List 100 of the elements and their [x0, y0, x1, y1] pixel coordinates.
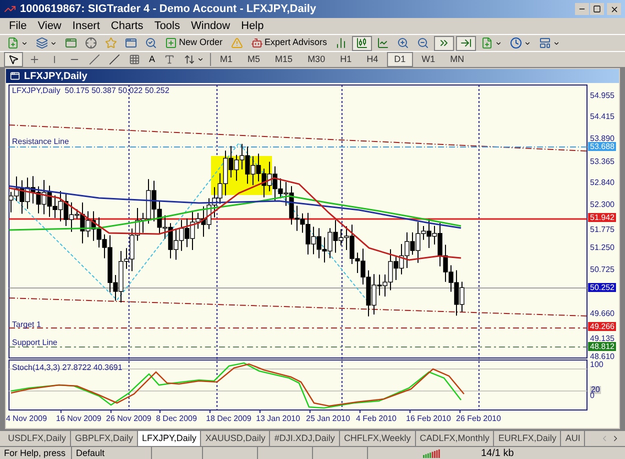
file-plus-icon	[481, 37, 494, 49]
chart-tab[interactable]: LFXJPY,Daily	[138, 431, 202, 446]
clock-icon	[510, 37, 522, 49]
date-label: 18 Dec 2009	[206, 413, 252, 425]
price-label: 52.840	[590, 177, 614, 189]
date-label: 26 Nov 2009	[106, 413, 152, 425]
axis-tick	[60, 410, 62, 414]
price-label: 49.660	[590, 308, 614, 320]
file-plus-icon	[7, 37, 19, 49]
expert-advisors-button[interactable]: Expert Advisors	[248, 36, 330, 50]
status-profile: Default	[72, 447, 152, 459]
timeframe-button[interactable]: MN	[444, 52, 470, 67]
indicator-scale-label: 0	[590, 392, 594, 400]
menu-item[interactable]: Insert	[67, 18, 105, 34]
timeframe-button[interactable]: H4	[360, 52, 384, 67]
line-label: Resistance Line	[12, 136, 69, 148]
crosshair-icon	[85, 37, 97, 49]
window-icon	[65, 37, 77, 49]
menu-item[interactable]: Help	[236, 18, 269, 34]
indicator-label: Stoch(14,3,3) 27.8722 40.3691	[12, 362, 122, 374]
timeframe-button[interactable]: H1	[334, 52, 358, 67]
maximize-button[interactable]	[590, 3, 604, 15]
chart-tab[interactable]: USDLFX,Daily	[4, 431, 72, 446]
candlestick-button[interactable]	[352, 36, 372, 50]
dropdown-caret-icon	[495, 40, 502, 46]
text-tool-button[interactable]: A	[146, 52, 158, 67]
status-help: For Help, press	[0, 447, 72, 459]
price-badge: 51.942	[588, 213, 616, 222]
price-label: 50.725	[590, 264, 614, 276]
app-icon	[4, 3, 16, 15]
timeframe-button[interactable]: M15	[269, 52, 299, 67]
indicator-scale-label: 100	[590, 361, 604, 369]
chart-header: LFXJPY,Daily 50.175 50.387 50.022 50.252	[12, 85, 170, 97]
price-label: 51.775	[590, 224, 614, 236]
cursor-icon	[8, 54, 19, 65]
chart-shift-button[interactable]	[456, 36, 476, 50]
indicator-scale-label: 20	[590, 386, 601, 394]
price-label: 51.250	[590, 242, 614, 254]
template-icon	[539, 37, 552, 49]
grid-icon	[129, 54, 140, 65]
layers-icon	[36, 37, 48, 49]
plus-icon	[165, 37, 177, 49]
zoom-in-icon	[397, 37, 410, 49]
date-label: 16 Nov 2009	[56, 413, 102, 425]
timeframe-button[interactable]: D1	[387, 52, 413, 67]
date-label: 4 Nov 2009	[6, 413, 47, 425]
price-badge: 49.266	[588, 322, 616, 331]
dropdown-caret-icon	[50, 40, 57, 46]
chevron-left-icon	[600, 434, 609, 443]
timeframe-button[interactable]: M30	[302, 52, 332, 67]
date-label: 4 Feb 2010	[356, 413, 396, 425]
menu-item[interactable]: Charts	[106, 18, 148, 34]
chart-tab[interactable]: #DJI.XDJ,Daily	[270, 431, 340, 446]
window-title: 1000619867: SIGTrader 4 - Demo Account - LFXJPY,Daily	[20, 2, 316, 17]
menu-item[interactable]: Window	[186, 18, 236, 34]
dropdown-caret-icon	[197, 56, 204, 63]
connection-bars-icon	[423, 448, 441, 458]
status-traffic: 14/1 kb	[481, 446, 514, 459]
minimize-button[interactable]	[575, 3, 589, 15]
chart-window-icon	[10, 71, 20, 81]
dropdown-caret-icon	[21, 40, 28, 46]
dropdown-caret-icon	[553, 40, 560, 46]
date-label: 25 Jan 2010	[306, 413, 350, 425]
price-badge: 50.252	[588, 283, 616, 292]
price-label: 48.610	[590, 351, 614, 361]
window-icon	[125, 37, 137, 49]
chart-tab[interactable]: CHFLFX,Weekly	[340, 431, 416, 446]
arrows-icon	[184, 54, 196, 65]
close-button[interactable]	[607, 3, 621, 15]
auto-scroll-button[interactable]	[434, 36, 454, 50]
cursor-button[interactable]	[4, 52, 23, 67]
date-label: 16 Feb 2010	[406, 413, 451, 425]
chart-tab[interactable]: XAUUSD,Daily	[201, 431, 270, 446]
chart-tab[interactable]: AUI	[561, 431, 586, 446]
axis-tick	[110, 410, 112, 414]
menu-item[interactable]: File	[4, 18, 32, 34]
line-chart-icon	[377, 37, 390, 49]
line-label: Target 1	[12, 319, 41, 331]
new-order-button[interactable]: New Order	[162, 36, 226, 50]
chart-title: LFXJPY,Daily	[24, 70, 88, 84]
menu-item[interactable]: View	[32, 18, 66, 34]
timeframe-button[interactable]: M5	[242, 52, 266, 67]
date-label: 8 Dec 2009	[156, 413, 197, 425]
price-label: 54.415	[590, 111, 614, 123]
double-chevron-icon	[438, 37, 450, 49]
timeframe-button[interactable]: M1	[214, 52, 239, 67]
date-label: 26 Feb 2010	[456, 413, 501, 425]
magnifier-icon	[145, 37, 157, 49]
robot-icon	[250, 37, 263, 49]
candlestick-icon	[356, 37, 368, 49]
chart-tab[interactable]: EURLFX,Daily	[494, 431, 562, 446]
price-label: 53.890	[590, 133, 614, 143]
menu-item[interactable]: Tools	[149, 18, 185, 34]
warning-icon	[230, 37, 243, 49]
chart-tab[interactable]: CADLFX,Monthly	[416, 431, 494, 446]
timeframe-button[interactable]: W1	[416, 52, 442, 67]
arrow-to-line-icon	[460, 37, 472, 49]
price-label: 52.300	[590, 199, 614, 211]
text-label-icon	[164, 54, 176, 65]
date-label: 13 Jan 2010	[256, 413, 300, 425]
